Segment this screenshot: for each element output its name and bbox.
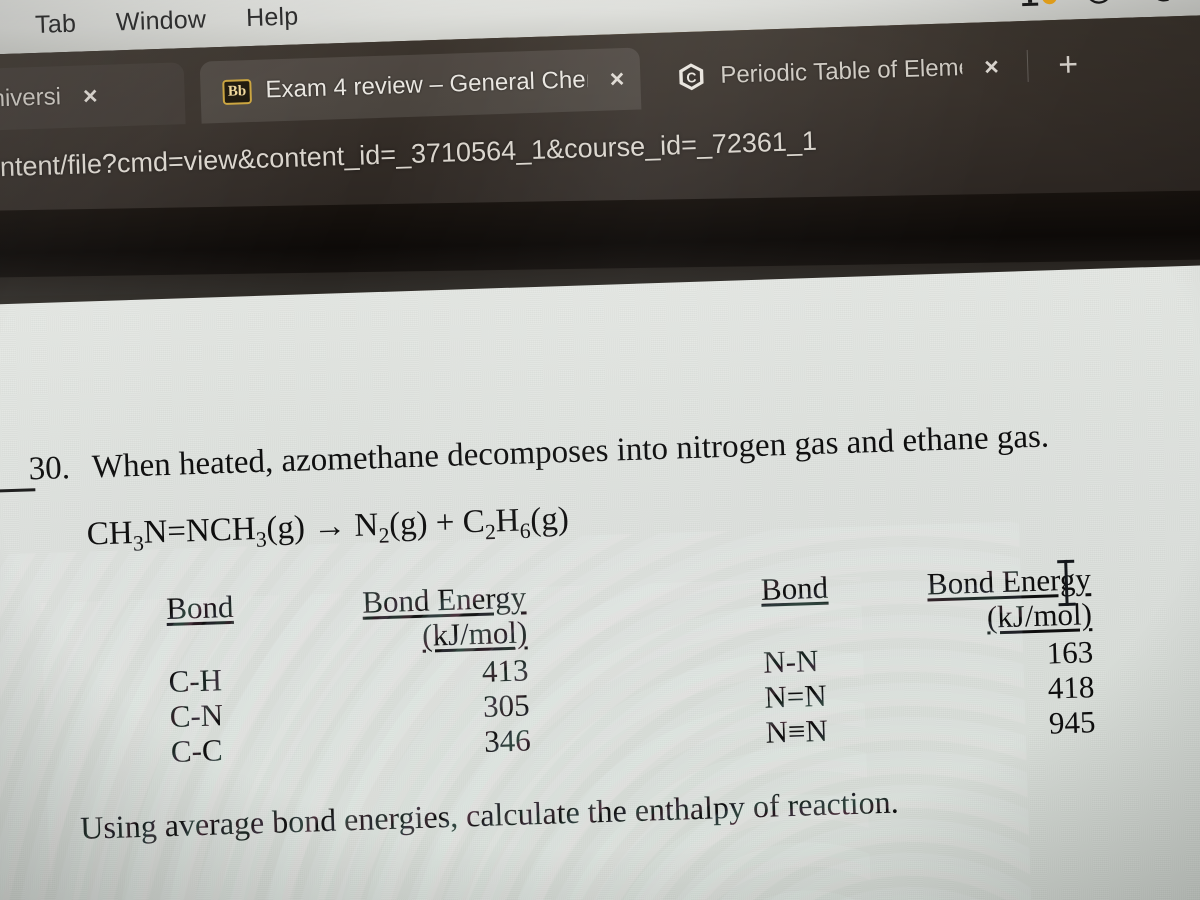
column-header-bond: Bond	[165, 588, 234, 627]
cell-bond: N=N	[763, 677, 828, 715]
new-tab-button[interactable]: +	[1058, 45, 1079, 84]
cell-bond: N-N	[762, 642, 819, 680]
cell-energy: 413	[481, 652, 529, 689]
question-number: 30.	[28, 450, 71, 488]
equation-products: N2(g) + C2H6(g)	[353, 501, 570, 548]
tab-title: Exam 4 review – General Chem	[265, 66, 589, 104]
cell-bond: C-C	[170, 732, 224, 770]
pubchem-hex-c-icon: C	[679, 63, 704, 91]
table-header-row: Bond Bond Energy (kJ/mol)	[166, 579, 528, 661]
column-header-bond-energy-line1: Bond Energy	[361, 579, 527, 620]
browser-tab-exam-4-review[interactable]: Bb Exam 4 review – General Chem ×	[199, 47, 642, 124]
tab-close-icon[interactable]: ×	[984, 52, 1000, 80]
address-bar-url: e/content/file?cmd=view&content_id=_3710…	[0, 125, 818, 184]
equation-arrow: →	[312, 508, 347, 546]
table-body: N-N 163 N=N 418 N≡N 945	[763, 634, 1096, 751]
closing-instruction-text: Using average bond energies, calculate t…	[79, 783, 900, 846]
photo-of-laptop-screen: es Tab Window Help	[0, 0, 1200, 900]
question-30: 30. When heated, azomethane decomposes i…	[28, 418, 1049, 488]
question-text: When heated, azomethane decomposes into …	[91, 418, 1050, 486]
laptop-screen: es Tab Window Help	[0, 0, 1200, 900]
column-header-bond-energy-line2: (kJ/mol)	[421, 614, 528, 654]
cell-bond: C-N	[169, 697, 224, 734]
table-header-row: Bond Bond Energy (kJ/mol)	[760, 561, 1092, 642]
menu-item-0[interactable]: es	[0, 11, 16, 42]
menu-item-help[interactable]: Help	[226, 1, 319, 33]
browser-tab-blackboard-home[interactable]: oard | Universi ×	[0, 62, 186, 134]
play-circle-icon[interactable]	[1083, 0, 1114, 6]
tabstrip-divider	[1026, 49, 1029, 82]
answer-blank-line	[0, 488, 36, 494]
table-body: C-H 413 C-N 305 C-C 346	[168, 652, 531, 770]
column-header-bond-energy: Bond Energy (kJ/mol)	[362, 579, 528, 655]
exam-question-content: 30. When heated, azomethane decomposes i…	[0, 261, 1200, 900]
tab-close-icon[interactable]: ×	[83, 81, 99, 109]
cell-energy: 305	[482, 687, 531, 724]
equation-reactant: CH3N=NCH3(g)	[86, 509, 306, 556]
blackboard-bb-icon: Bb	[222, 78, 252, 105]
tab-title: oard | Universi	[0, 83, 62, 115]
cell-energy: 418	[1047, 669, 1095, 706]
browser-tab-periodic-table[interactable]: C Periodic Table of Elements - P × +	[653, 33, 1095, 109]
menu-item-window[interactable]: Window	[96, 4, 227, 37]
document-viewer-page: 30. When heated, azomethane decomposes i…	[0, 260, 1200, 900]
bond-energy-tables: Bond Bond Energy (kJ/mol) C-H 413 C-N 30…	[0, 553, 1200, 769]
menu-item-tab[interactable]: Tab	[15, 9, 97, 41]
chemical-equation: CH3N=NCH3(g) → N2(g) + C2H6(g)	[86, 501, 569, 558]
bond-energy-table-left: Bond Bond Energy (kJ/mol) C-H 413 C-N 30…	[166, 579, 532, 769]
tab-close-icon[interactable]: ×	[609, 64, 625, 92]
display-screen-icon[interactable]	[1015, 0, 1058, 8]
bond-energy-table-right: Bond Bond Energy (kJ/mol) N-N 163 N=N 41…	[760, 561, 1096, 750]
cell-energy: 945	[1048, 704, 1096, 741]
cell-energy: 346	[483, 722, 532, 760]
column-header-bond: Bond	[760, 569, 829, 607]
cell-bond: N≡N	[764, 713, 829, 751]
do-not-disturb-moon-icon[interactable]	[1147, 0, 1176, 4]
svg-text:C: C	[686, 69, 697, 85]
cell-energy: 163	[1046, 633, 1094, 671]
tab-title: Periodic Table of Elements - P	[719, 54, 963, 89]
cell-bond: C-H	[168, 661, 223, 699]
